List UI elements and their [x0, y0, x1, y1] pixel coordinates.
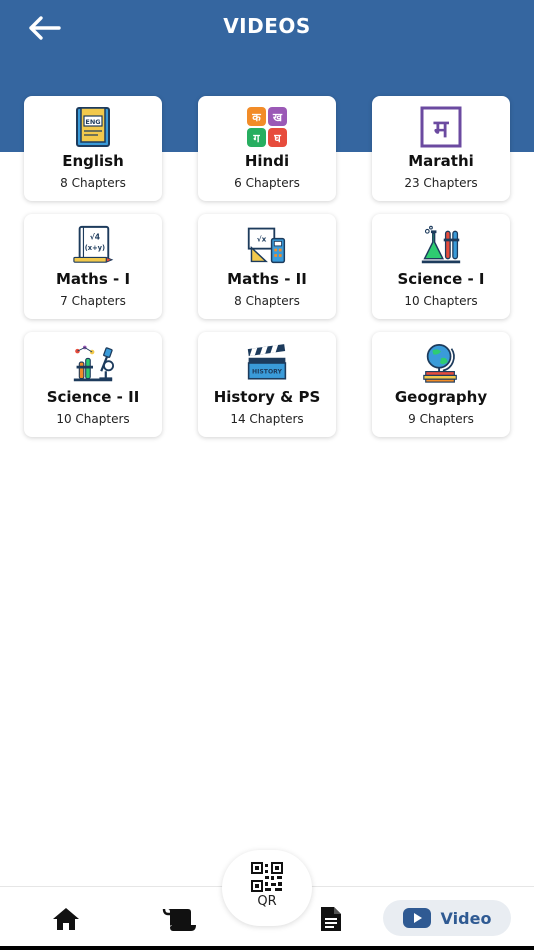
svg-text:(x+y): (x+y)	[85, 244, 105, 252]
svg-text:क: क	[251, 111, 261, 124]
marathi-letter-icon: म	[420, 106, 462, 148]
math-notebook-icon: √4 (x+y)	[72, 224, 114, 266]
subject-card-science-1[interactable]: Science - I 10 Chapters	[372, 214, 510, 319]
home-icon	[53, 908, 79, 930]
subject-card-history-ps[interactable]: HISTORY History & PS 14 Chapters	[198, 332, 336, 437]
subject-name: English	[62, 152, 124, 170]
clapperboard-icon: HISTORY	[246, 342, 288, 384]
svg-text:√4: √4	[90, 232, 100, 241]
subject-card-geography[interactable]: Geography 9 Chapters	[372, 332, 510, 437]
subject-card-hindi[interactable]: क ख ग घ Hindi 6 Chapters	[198, 96, 336, 201]
svg-text:घ: घ	[273, 132, 281, 145]
subject-card-marathi[interactable]: म Marathi 23 Chapters	[372, 96, 510, 201]
subject-card-maths-2[interactable]: √x Maths - II 8 Chapters	[198, 214, 336, 319]
qr-code-icon	[251, 862, 283, 892]
subject-name: Maths - II	[227, 270, 307, 288]
svg-text:√x: √x	[257, 234, 267, 243]
page-title: VIDEOS	[223, 14, 311, 38]
document-icon	[321, 907, 341, 931]
subject-name: Geography	[394, 388, 488, 406]
subject-card-science-2[interactable]: Science - II 10 Chapters	[24, 332, 162, 437]
english-book-icon: ENG	[72, 106, 114, 148]
hindi-letters-icon: क ख ग घ	[246, 106, 288, 148]
chapter-count: 7 Chapters	[60, 294, 126, 308]
subject-name: Marathi	[408, 152, 474, 170]
chapter-count: 14 Chapters	[230, 412, 304, 426]
svg-text:ख: ख	[272, 111, 283, 124]
chapter-count: 10 Chapters	[56, 412, 130, 426]
subject-name: History & PS	[213, 388, 321, 406]
chapter-count: 8 Chapters	[234, 294, 300, 308]
nav-home-button[interactable]	[48, 903, 84, 935]
svg-text:म: म	[433, 115, 450, 143]
chapter-count: 10 Chapters	[404, 294, 478, 308]
home-indicator	[0, 946, 534, 950]
nav-notes-button[interactable]	[162, 903, 198, 935]
svg-text:ग: ग	[252, 132, 260, 145]
svg-text:HISTORY: HISTORY	[252, 369, 283, 376]
nav-video-button[interactable]: Video	[383, 900, 511, 936]
subject-name: Science - II	[46, 388, 140, 406]
nav-document-button[interactable]	[313, 903, 349, 935]
chapter-count: 23 Chapters	[404, 176, 478, 190]
chapter-count: 8 Chapters	[60, 176, 126, 190]
scroll-icon	[162, 908, 196, 931]
subject-name: Maths - I	[55, 270, 131, 288]
subject-card-maths-1[interactable]: √4 (x+y) Maths - I 7 Chapters	[24, 214, 162, 319]
youtube-play-icon	[402, 908, 431, 928]
qr-scan-button[interactable]: QR	[222, 850, 312, 926]
subject-name: Hindi	[244, 152, 290, 170]
nav-video-label: Video	[440, 908, 492, 928]
globe-icon	[420, 342, 462, 384]
lab-flask-icon	[420, 224, 462, 266]
microscope-icon	[72, 342, 114, 384]
subject-name: Science - I	[397, 270, 485, 288]
subject-card-english[interactable]: ENG English 8 Chapters	[24, 96, 162, 201]
svg-text:ENG: ENG	[85, 118, 100, 126]
subject-grid: ENG English 8 Chapters क ख ग घ Hindi 6 C…	[24, 96, 510, 437]
chapter-count: 9 Chapters	[408, 412, 474, 426]
qr-label: QR	[257, 894, 277, 909]
geometry-tools-icon: √x	[246, 224, 288, 266]
chapter-count: 6 Chapters	[234, 176, 300, 190]
